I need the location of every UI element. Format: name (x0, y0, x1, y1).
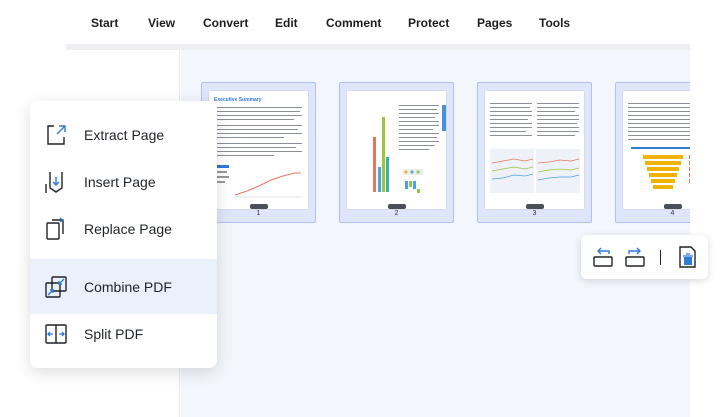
replace-page-icon (46, 216, 65, 240)
bar-chart-preview (373, 117, 423, 193)
menu-bar: Start View Convert Edit Comment Protect … (0, 0, 726, 44)
menu-item-label: Extract Page (84, 126, 165, 143)
insert-page-icon (45, 171, 63, 193)
page-number: 2 (394, 210, 399, 217)
menu-item-label: Combine PDF (84, 278, 172, 295)
replace-page-menu-item[interactable]: Replace Page (30, 201, 217, 256)
page-tools-bar (581, 235, 708, 279)
menu-comment[interactable]: Comment (326, 16, 381, 30)
page-number: 4 (670, 210, 675, 217)
extract-page-icon (47, 124, 66, 145)
menu-tools[interactable]: Tools (539, 16, 570, 30)
page-preview (347, 91, 446, 209)
page-number: 1 (256, 210, 261, 217)
page-thumbnail-3[interactable]: 3 (477, 82, 592, 223)
page-heading: Executive Summary (214, 97, 262, 103)
page-preview (485, 91, 584, 209)
menu-item-label: Split PDF (84, 325, 144, 342)
split-pdf-menu-item[interactable]: Split PDF (30, 306, 217, 361)
menu-protect[interactable]: Protect (408, 16, 449, 30)
tool-separator (660, 250, 661, 265)
rotate-left-icon[interactable] (591, 245, 615, 269)
page-thumbnail-4[interactable]: 4 (615, 82, 690, 223)
menu-pages[interactable]: Pages (477, 16, 512, 30)
page-number: 3 (532, 210, 537, 217)
page-thumbnail-2[interactable]: 2 (339, 82, 454, 223)
combine-pdf-icon (45, 275, 67, 298)
page-preview (623, 91, 690, 209)
thumbnail-clip: 4 (615, 82, 690, 223)
page-preview: Executive Summary (209, 91, 308, 209)
split-pdf-icon (45, 323, 67, 344)
rotate-right-icon[interactable] (623, 245, 647, 269)
menu-convert[interactable]: Convert (203, 16, 248, 30)
chart-preview (215, 165, 303, 198)
line-chart-preview (490, 149, 580, 193)
menu-item-label: Replace Page (84, 220, 172, 237)
menu-view[interactable]: View (148, 16, 175, 30)
menu-edit[interactable]: Edit (275, 16, 298, 30)
page-context-menu: Extract Page Insert Page Replace Page Co… (30, 101, 217, 368)
menu-item-label: Insert Page (84, 173, 156, 190)
menu-start[interactable]: Start (91, 16, 118, 30)
delete-page-icon[interactable] (675, 245, 699, 269)
funnel-chart-preview (631, 147, 690, 189)
page-thumbnail-1[interactable]: Executive Summary 1 (201, 82, 316, 223)
